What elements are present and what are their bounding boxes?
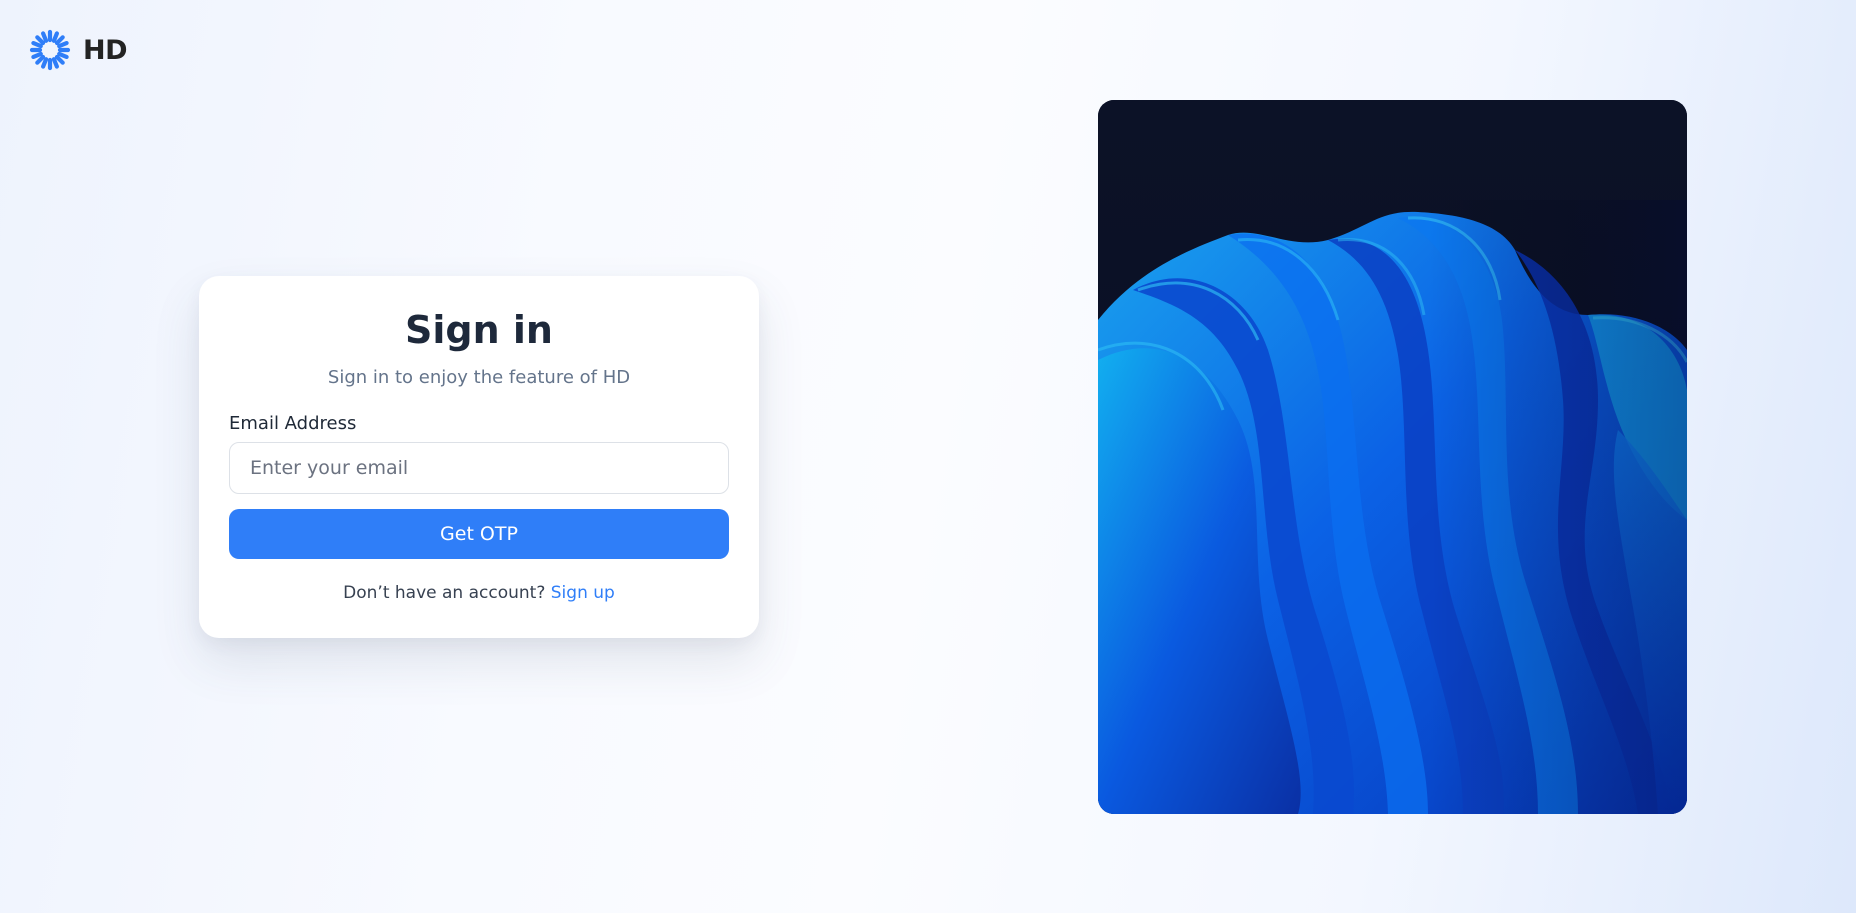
- hero-image: [1098, 100, 1687, 814]
- brand-name: HD: [83, 34, 128, 66]
- signup-prompt: Don’t have an account? Sign up: [229, 581, 729, 605]
- page-subtitle: Sign in to enjoy the feature of HD: [327, 367, 631, 388]
- no-account-text: Don’t have an account?: [343, 583, 546, 603]
- email-label: Email Address: [229, 413, 357, 434]
- sunburst-icon: [29, 29, 71, 71]
- email-field[interactable]: [229, 442, 729, 494]
- abstract-wave-artwork: [1098, 100, 1687, 814]
- signin-card: Sign in Sign in to enjoy the feature of …: [199, 276, 759, 638]
- brand-logo[interactable]: HD: [29, 29, 128, 71]
- page-title: Sign in: [405, 308, 553, 352]
- signup-link[interactable]: Sign up: [551, 583, 615, 603]
- get-otp-button[interactable]: Get OTP: [229, 509, 729, 559]
